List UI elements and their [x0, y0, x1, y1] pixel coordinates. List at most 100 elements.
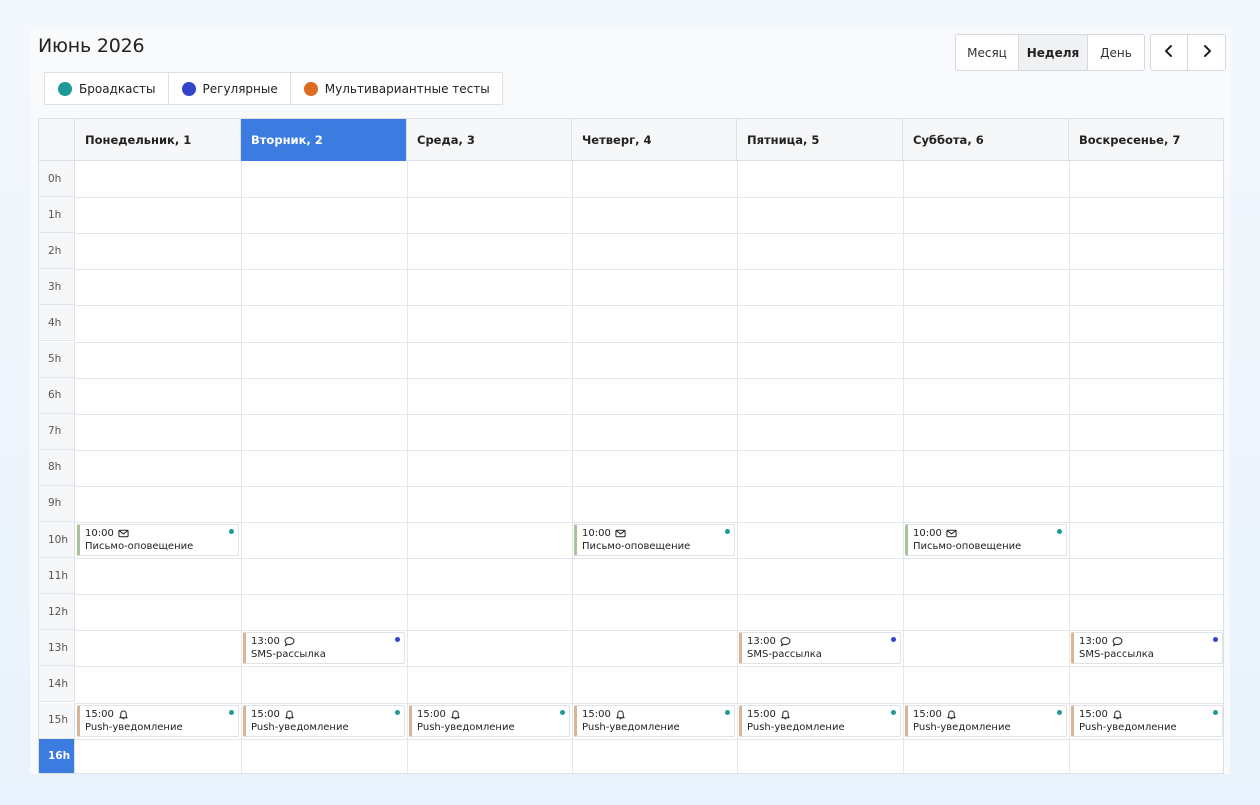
- chat-bubble-icon: [284, 636, 295, 647]
- legend: Броадкасты Регулярные Мультивариантные тес…: [44, 72, 503, 105]
- event-time: 15:00: [1079, 708, 1108, 720]
- view-button[interactable]: День: [1088, 35, 1144, 70]
- hour-label: 13h: [39, 630, 75, 667]
- legend-label: Регулярные: [202, 81, 278, 96]
- event-time-row: 13:00: [251, 635, 399, 648]
- bell-icon: [284, 709, 295, 720]
- chat-bubble-icon: [780, 636, 791, 647]
- event-name: Письмо-оповещение: [913, 541, 1022, 552]
- calendar-event[interactable]: 15:00 Push-уведомление: [243, 704, 405, 737]
- event-type-dot: [1057, 709, 1062, 715]
- hour-label: 10h: [39, 522, 75, 558]
- event-type-dot: [1213, 637, 1218, 643]
- day-column-header[interactable]: Понедельник, 1: [75, 119, 241, 161]
- legend-label: Мультивариантные тесты: [324, 81, 490, 96]
- view-button[interactable]: Неделя: [1019, 35, 1088, 70]
- event-type-dot: [229, 529, 234, 534]
- hour-label: 3h: [39, 269, 75, 306]
- event-type-dot: [395, 637, 400, 643]
- calendar-event[interactable]: 15:00 Push-уведомление: [409, 704, 570, 737]
- day-column-header[interactable]: Воскресенье, 7: [1069, 119, 1223, 161]
- bell-icon: [118, 709, 129, 720]
- hour-divider: [75, 738, 1223, 740]
- event-name: SMS-рассылка: [251, 649, 326, 661]
- hour-label: 7h: [39, 413, 75, 450]
- calendar-event[interactable]: 10:00 Письмо-оповещение: [905, 524, 1067, 556]
- event-time-row: 13:00: [747, 635, 895, 648]
- event-name: Push-уведомление: [582, 721, 680, 733]
- calendar-event[interactable]: 15:00 Push-уведомление: [77, 704, 239, 737]
- column-divider: [737, 161, 738, 773]
- bell-icon: [450, 709, 461, 720]
- hour-divider: [75, 702, 1223, 704]
- calendar-event[interactable]: 15:00 Push-уведомление: [905, 704, 1067, 737]
- column-divider: [903, 161, 904, 773]
- hour-label: 14h: [39, 666, 75, 703]
- hour-divider: [75, 413, 1223, 415]
- event-type-dot: [1213, 709, 1218, 715]
- hour-divider: [75, 197, 1223, 199]
- event-time: 13:00: [747, 636, 776, 648]
- calendar-event[interactable]: 13:00 SMS-рассылка: [243, 632, 405, 665]
- day-column-header[interactable]: Суббота, 6: [903, 119, 1069, 161]
- chat-bubble-icon: [1112, 636, 1123, 647]
- legend-item[interactable]: Броадкасты: [45, 73, 169, 104]
- calendar-event[interactable]: 15:00 Push-уведомление: [1071, 704, 1223, 737]
- event-type-dot: [725, 529, 730, 534]
- legend-item[interactable]: Мультивариантные тесты: [291, 73, 502, 104]
- event-time: 15:00: [582, 708, 611, 720]
- day-column-header[interactable]: Пятница, 5: [737, 119, 903, 161]
- event-name: SMS-рассылка: [747, 649, 822, 661]
- hour-label: 8h: [39, 449, 75, 486]
- view-button[interactable]: Месяц: [956, 35, 1019, 70]
- event-type-dot: [395, 709, 400, 715]
- event-name: SMS-рассылка: [1079, 649, 1154, 661]
- hour-label: 12h: [39, 594, 75, 631]
- hour-divider: [75, 341, 1223, 343]
- day-column-header[interactable]: Среда, 3: [407, 119, 572, 161]
- chevron-left-icon: [1164, 43, 1174, 62]
- event-type-dot: [891, 709, 896, 715]
- calendar-event[interactable]: 15:00 Push-уведомление: [739, 704, 901, 737]
- event-type-dot: [725, 709, 730, 715]
- event-time-row: 15:00: [1079, 708, 1217, 721]
- legend-label: Броадкасты: [79, 81, 156, 96]
- hour-label: 5h: [39, 341, 75, 378]
- chevron-right-icon: [1202, 43, 1212, 62]
- hour-label: 11h: [39, 558, 75, 595]
- event-time-row: 15:00: [251, 708, 399, 721]
- hour-label: 0h: [39, 161, 75, 197]
- hour-divider: [75, 666, 1223, 668]
- hour-label: 9h: [39, 485, 75, 522]
- calendar-event[interactable]: 13:00 SMS-рассылка: [1071, 632, 1223, 665]
- calendar-event[interactable]: 10:00 Письмо-оповещение: [574, 524, 735, 556]
- legend-item[interactable]: Регулярные: [169, 73, 291, 104]
- week-grid: Понедельник, 1 Вторник, 2 Среда, 3 Четверг,…: [38, 118, 1224, 774]
- event-time: 13:00: [1079, 636, 1108, 648]
- hour-label: 15h: [39, 702, 75, 739]
- calendar-event[interactable]: 10:00 Письмо-оповещение: [77, 524, 239, 556]
- hour-label: 4h: [39, 305, 75, 342]
- next-week-button[interactable]: [1188, 35, 1225, 70]
- event-name: Push-уведомление: [747, 721, 845, 733]
- event-time: 15:00: [747, 708, 776, 720]
- day-column-header[interactable]: Четверг, 4: [572, 119, 737, 161]
- event-name: Push-уведомление: [85, 721, 183, 733]
- hour-divider: [75, 305, 1223, 307]
- event-type-dot: [891, 637, 896, 643]
- event-name: Письмо-оповещение: [85, 541, 194, 552]
- event-time-row: 10:00: [85, 527, 233, 540]
- calendar-event[interactable]: 15:00 Push-уведомление: [574, 704, 735, 737]
- event-time: 15:00: [251, 708, 280, 720]
- event-time-row: 15:00: [582, 708, 729, 721]
- hour-divider: [75, 269, 1223, 271]
- event-name: Push-уведомление: [251, 721, 349, 733]
- hour-label: 16h: [39, 738, 75, 773]
- event-time-row: 13:00: [1079, 635, 1217, 648]
- day-column-header[interactable]: Вторник, 2: [241, 119, 407, 161]
- event-name: Push-уведомление: [1079, 721, 1177, 733]
- event-time-row: 10:00: [582, 527, 729, 540]
- calendar-event[interactable]: 13:00 SMS-рассылка: [739, 632, 901, 665]
- prev-week-button[interactable]: [1151, 35, 1188, 70]
- event-time-row: 15:00: [913, 708, 1061, 721]
